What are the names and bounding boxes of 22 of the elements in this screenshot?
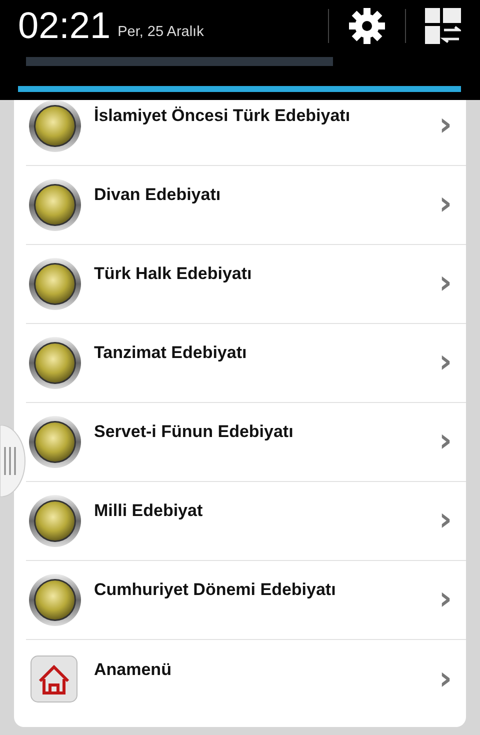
drawer-handle[interactable] bbox=[0, 425, 26, 497]
clock-time: 02:21 bbox=[18, 5, 111, 47]
round-button-icon bbox=[28, 573, 82, 627]
chevron-icon: › bbox=[438, 582, 452, 614]
chevron-icon: › bbox=[438, 108, 452, 140]
home-icon bbox=[30, 654, 80, 704]
round-button-icon bbox=[28, 415, 82, 469]
round-button-icon bbox=[28, 100, 82, 153]
round-button-icon bbox=[28, 257, 82, 311]
chevron-icon: › bbox=[438, 662, 452, 694]
chevron-icon: › bbox=[438, 187, 452, 219]
chevron-icon: › bbox=[438, 424, 452, 456]
date-text: Per, 25 Aralık bbox=[118, 24, 204, 40]
menu-item[interactable]: İslamiyet Öncesi Türk Edebiyatı › bbox=[26, 100, 466, 166]
round-button-icon bbox=[28, 494, 82, 548]
round-button-icon bbox=[28, 336, 82, 390]
round-button-icon bbox=[28, 178, 82, 232]
chevron-icon: › bbox=[438, 503, 452, 535]
grid-toggle-icon[interactable] bbox=[425, 8, 461, 44]
chevron-icon: › bbox=[438, 345, 452, 377]
chevron-icon: › bbox=[438, 266, 452, 298]
settings-icon[interactable] bbox=[348, 7, 386, 45]
